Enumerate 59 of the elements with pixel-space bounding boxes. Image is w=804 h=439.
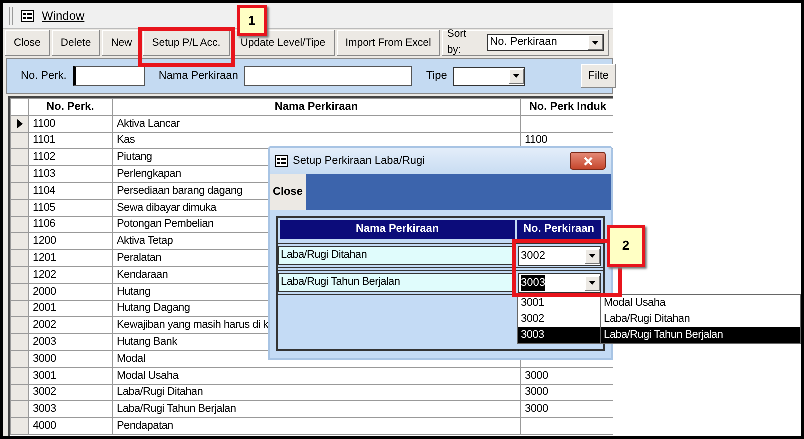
table-cell: 3001 [28,367,112,384]
column-header[interactable]: Nama Perkiraan [280,220,518,239]
table-cell: Pendapatan [112,418,520,434]
field-label: No. Perk. [21,68,67,84]
table-cell: 1102 [28,148,112,166]
table-cell: 1100 [28,115,112,132]
filter-button[interactable]: Filte [581,64,616,88]
dropdown-option[interactable]: 3003 Laba/Rugi Tahun Berjalan [518,327,800,343]
input-field[interactable] [244,66,412,86]
table-cell: Modal Usaha [112,367,520,384]
caret-icon [513,74,520,78]
table-cell: 2003 [28,334,112,350]
close-button[interactable]: Close [270,174,306,210]
table-cell: 2000 [28,283,112,300]
table-cell: Laba/Rugi Ditahan [112,384,520,401]
close-icon [584,156,592,166]
table-cell: 2001 [28,300,112,317]
table-cell: 4000 [28,418,112,434]
table-cell: Laba/Rugi Tahun Berjalan [112,400,520,418]
window-icon [21,10,34,22]
callout-tooltip: 2 [607,225,645,267]
field-label: Nama Perkiraan [158,68,238,84]
window-title: Window [42,8,85,24]
select-field[interactable] [453,66,526,86]
table-cell: 1105 [28,199,112,216]
table-cell: 1106 [28,216,112,233]
table-cell: 3003 [28,400,112,418]
toolbar-button[interactable]: Close [5,30,50,56]
column-header[interactable]: No. Perk Induk [520,98,613,116]
column-header[interactable]: No. Perk. [28,98,112,116]
table-cell: 3000 [520,384,613,401]
table-cell: 1104 [28,182,112,200]
field-label: Tipe [426,68,448,84]
account-dropdown[interactable]: 3003 [518,273,601,293]
toolbar-button[interactable]: Setup P/L Acc. [143,30,230,56]
dropdown-option[interactable]: 3001 Modal Usaha [518,295,800,311]
table-cell: 1103 [28,166,112,182]
table-cell: Aktiva Lancar [112,115,520,132]
window-icon [275,155,288,167]
table-cell: 1201 [28,250,112,266]
account-dropdown[interactable]: 3002 [518,246,601,266]
close-button[interactable] [570,152,606,170]
table-cell: 2002 [28,316,112,334]
sort-dropdown[interactable]: No. Perkiraan [487,34,604,51]
sort-label: Sort by: [447,26,468,58]
table-cell: 1202 [28,266,112,284]
table-cell: 3002 [28,384,112,401]
toolbar-button[interactable]: Delete [52,30,100,56]
table-cell: 1101 [28,132,112,149]
grip-handle[interactable] [9,6,13,24]
caret-icon [589,254,596,258]
column-header[interactable]: Nama Perkiraan [112,98,520,116]
caret-icon [589,281,596,285]
toolbar-button[interactable]: Import From Excel [336,30,440,56]
input-field[interactable] [72,66,145,86]
callout-tooltip: 1 [237,5,267,36]
table-cell: 1200 [28,232,112,250]
table-cell: 3000 [28,350,112,368]
caret-icon [592,40,599,44]
